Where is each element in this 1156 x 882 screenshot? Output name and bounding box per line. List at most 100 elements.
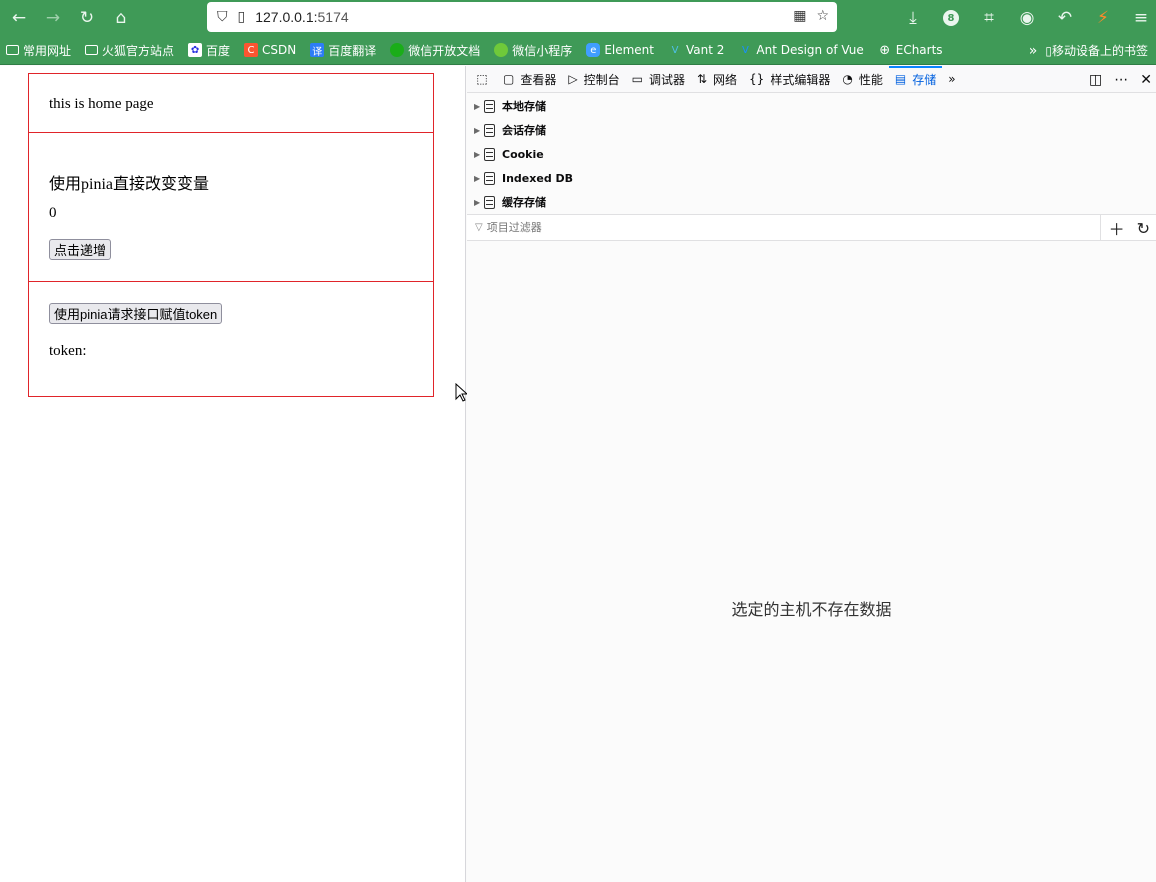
dock-icon[interactable]: ◫ bbox=[1089, 72, 1102, 88]
browser-toolbar: ← → ↻ ⌂ ⛉ ▯ 127.0.0.1:5174 ▦ ☆ ⤓ 8 ⌗ ◉ ↶… bbox=[0, 0, 1156, 36]
refresh-icon[interactable]: ↻ bbox=[1137, 219, 1150, 238]
storage-cookie[interactable]: ▶ Cookie bbox=[467, 142, 1156, 166]
devtools-panel: ⬚ ▢ 查看器 ▷ 控制台 ▭ 调试器 ⇅ 网络 {} 样式编辑器 ◔ 性能 ▤ 存储 » ◫… bbox=[467, 65, 1156, 882]
expand-arrow-icon[interactable]: ▶ bbox=[474, 174, 484, 183]
counter-box: 使用pinia直接改变变量 0 点击递增 bbox=[28, 132, 434, 282]
crop-icon[interactable]: ⌗ bbox=[974, 3, 1004, 33]
qr-code-icon[interactable]: ▦ bbox=[793, 8, 806, 24]
reload-icon[interactable]: ↻ bbox=[72, 3, 102, 33]
bookmark-item[interactable]: ✿ 百度 bbox=[188, 42, 230, 59]
home-text: this is home page bbox=[49, 96, 154, 112]
expand-arrow-icon[interactable]: ▶ bbox=[474, 198, 484, 207]
folder-icon bbox=[6, 45, 19, 55]
storage-session[interactable]: ▶ 会话存储 bbox=[467, 118, 1156, 142]
tab-debugger[interactable]: ▭ 调试器 bbox=[626, 66, 691, 93]
database-icon bbox=[484, 171, 495, 185]
add-item-icon[interactable]: ＋ bbox=[1109, 216, 1125, 240]
url-text[interactable]: 127.0.0.1:5174 bbox=[255, 9, 348, 25]
expand-arrow-icon[interactable]: ▶ bbox=[474, 126, 484, 135]
bookmark-item[interactable]: 火狐官方站点 bbox=[85, 42, 174, 59]
empty-message: 选定的主机不存在数据 bbox=[731, 600, 892, 619]
token-box: 使用pinia请求接口赋值token token: bbox=[28, 281, 434, 397]
performance-icon: ◔ bbox=[842, 72, 853, 86]
bookmark-star-icon[interactable]: ☆ bbox=[816, 8, 829, 24]
database-icon bbox=[484, 123, 495, 137]
bookmark-item[interactable]: 常用网址 bbox=[6, 42, 71, 59]
baidu-icon: ✿ bbox=[188, 43, 203, 57]
bookmark-item[interactable]: V Vant 2 bbox=[668, 43, 725, 57]
filter-bar: ▽ ＋ ↻ bbox=[467, 215, 1156, 241]
counter-value: 0 bbox=[49, 205, 57, 221]
phone-icon: ▯ bbox=[1045, 44, 1052, 58]
tab-console[interactable]: ▷ 控制台 bbox=[562, 66, 625, 93]
more-options-icon[interactable]: ⋯ bbox=[1114, 72, 1128, 88]
more-tabs-icon[interactable]: » bbox=[942, 66, 961, 93]
inspector-icon: ▢ bbox=[503, 72, 515, 86]
badge-count: 8 bbox=[943, 10, 959, 26]
element-picker-icon[interactable]: ⬚ bbox=[467, 66, 497, 93]
tab-storage[interactable]: ▤ 存储 bbox=[888, 65, 943, 93]
devtools-tabbar: ⬚ ▢ 查看器 ▷ 控制台 ▭ 调试器 ⇅ 网络 {} 样式编辑器 ◔ 性能 ▤ 存储 » ◫… bbox=[467, 65, 1156, 93]
home-box: this is home page bbox=[28, 73, 434, 133]
database-icon bbox=[484, 99, 495, 113]
console-icon: ▷ bbox=[568, 72, 578, 86]
bookmark-item[interactable]: e Element bbox=[586, 43, 654, 57]
translate-icon: 译 bbox=[310, 43, 325, 58]
chat-icon[interactable]: ◉ bbox=[1012, 3, 1042, 33]
close-icon[interactable]: ✕ bbox=[1140, 72, 1152, 88]
extension-badge[interactable]: 8 bbox=[936, 3, 966, 33]
forward-icon[interactable]: → bbox=[38, 3, 68, 33]
pinia-title: 使用pinia直接改变变量 bbox=[49, 176, 209, 193]
back-icon[interactable]: ← bbox=[4, 3, 34, 33]
csdn-icon: C bbox=[244, 43, 259, 57]
storage-local[interactable]: ▶ 本地存储 bbox=[467, 94, 1156, 118]
bookmark-item[interactable]: 微信开放文档 bbox=[390, 42, 480, 59]
wechat-icon bbox=[494, 43, 509, 57]
tab-network[interactable]: ⇅ 网络 bbox=[691, 66, 743, 93]
increment-button[interactable]: 点击递增 bbox=[49, 239, 112, 260]
filter-input[interactable] bbox=[486, 221, 1087, 234]
storage-tree: ▶ 本地存储 ▶ 会话存储 ▶ Cookie ▶ Indexed DB ▶ 缓存存储 bbox=[467, 93, 1156, 215]
token-label: token: bbox=[49, 343, 87, 359]
more-bookmarks-icon[interactable]: » bbox=[1029, 43, 1038, 59]
wechat-icon bbox=[390, 43, 405, 57]
download-icon[interactable]: ⤓ bbox=[898, 3, 928, 33]
vant-icon: V bbox=[671, 44, 679, 56]
style-editor-icon: {} bbox=[749, 72, 765, 86]
expand-arrow-icon[interactable]: ▶ bbox=[474, 102, 484, 111]
url-port: 5174 bbox=[317, 9, 349, 25]
database-icon bbox=[484, 147, 495, 161]
url-bar[interactable]: ⛉ ▯ 127.0.0.1:5174 ▦ ☆ bbox=[207, 2, 837, 32]
page-viewport: this is home page 使用pinia直接改变变量 0 点击递增 使… bbox=[0, 66, 469, 882]
storage-indexeddb[interactable]: ▶ Indexed DB bbox=[467, 166, 1156, 190]
bookmark-item[interactable]: V Ant Design of Vue bbox=[738, 43, 864, 57]
filter-icon: ▽ bbox=[475, 222, 483, 233]
antd-icon: V bbox=[741, 44, 749, 56]
expand-arrow-icon[interactable]: ▶ bbox=[474, 150, 484, 159]
mobile-bookmarks[interactable]: ▯移动设备上的书签 bbox=[1045, 42, 1148, 59]
tab-performance[interactable]: ◔ 性能 bbox=[836, 66, 889, 93]
bookmarks-bar: 常用网址 火狐官方站点 ✿ 百度 C CSDN 译百度翻译 微信开放文档 微信小程序… bbox=[0, 36, 1156, 65]
database-icon bbox=[484, 195, 495, 209]
undo-icon[interactable]: ↶ bbox=[1050, 3, 1080, 33]
bookmark-item[interactable]: C CSDN bbox=[244, 43, 296, 57]
menu-icon[interactable]: ≡ bbox=[1126, 3, 1156, 33]
debugger-icon: ▭ bbox=[631, 72, 643, 86]
page-icon[interactable]: ▯ bbox=[238, 9, 246, 25]
storage-icon: ▤ bbox=[894, 72, 907, 86]
url-host: 127.0.0.1: bbox=[255, 9, 318, 25]
bookmark-item[interactable]: 译百度翻译 bbox=[310, 42, 376, 59]
network-icon: ⇅ bbox=[696, 72, 708, 86]
home-icon[interactable]: ⌂ bbox=[106, 3, 136, 33]
storage-cache[interactable]: ▶ 缓存存储 bbox=[467, 190, 1156, 214]
fetch-token-button[interactable]: 使用pinia请求接口赋值token bbox=[49, 303, 223, 324]
flash-icon[interactable]: ⚡ bbox=[1088, 3, 1118, 33]
folder-icon bbox=[85, 45, 99, 55]
tab-inspector[interactable]: ▢ 查看器 bbox=[497, 66, 562, 93]
tab-style-editor[interactable]: {} 样式编辑器 bbox=[743, 66, 836, 93]
shield-icon[interactable]: ⛉ bbox=[217, 9, 228, 25]
bookmark-item[interactable]: 微信小程序 bbox=[494, 42, 572, 59]
bookmark-item[interactable]: ⊕ ECharts bbox=[878, 42, 942, 58]
globe-icon: ⊕ bbox=[879, 42, 891, 58]
element-icon: e bbox=[586, 43, 601, 57]
